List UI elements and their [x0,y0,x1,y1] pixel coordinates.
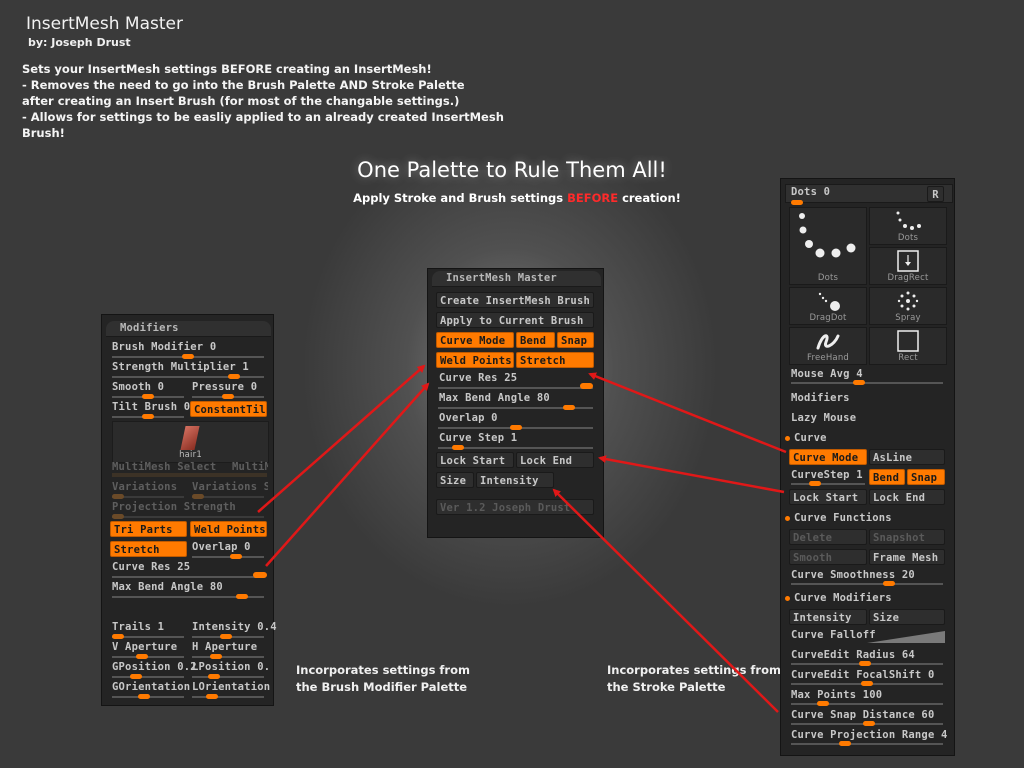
arrow-line [257,364,426,513]
arrow-line [598,455,785,494]
arrow-line [265,382,430,567]
arrow-line [552,488,779,713]
annotation-arrows [257,364,787,713]
arrow-line [588,372,787,454]
